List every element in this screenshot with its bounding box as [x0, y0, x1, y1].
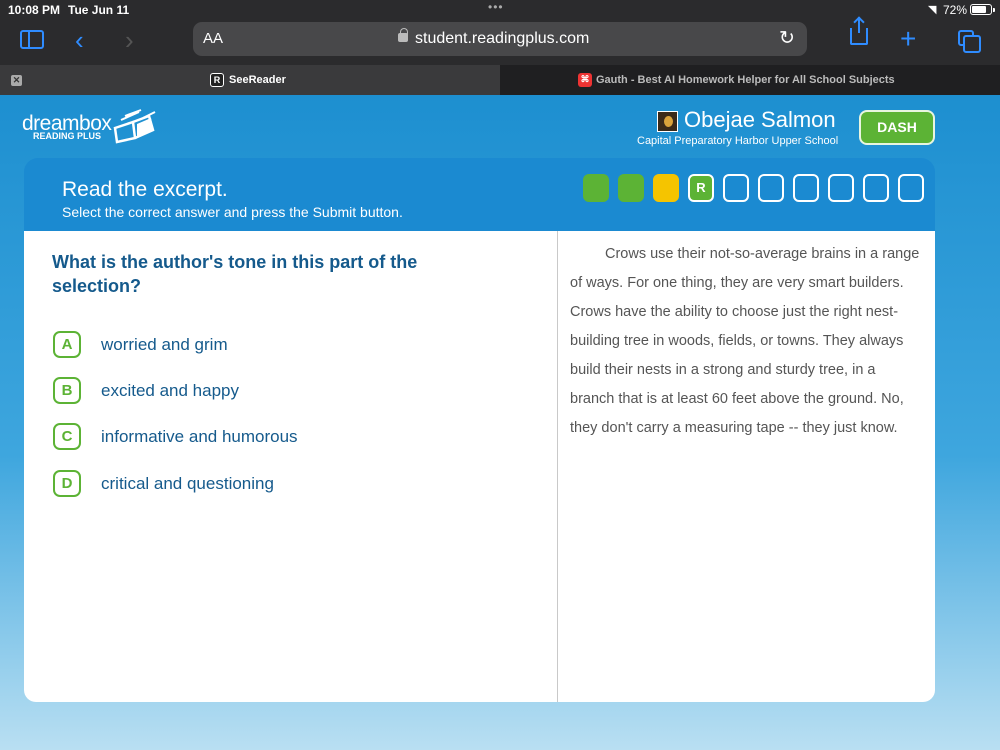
progress-box [898, 174, 924, 202]
answer-letter[interactable]: C [53, 423, 81, 450]
progress-box [618, 174, 644, 202]
open-book-logo-icon [113, 109, 156, 144]
url-text[interactable]: student.readingplus.com [415, 30, 589, 48]
reload-icon[interactable]: ↻ [779, 27, 795, 50]
multitasking-dots-icon[interactable]: ••• [488, 0, 504, 14]
forward-icon[interactable]: › [125, 25, 134, 56]
answer-text[interactable]: informative and humorous [101, 427, 298, 447]
banner-title: Read the excerpt. [62, 178, 228, 201]
progress-box [828, 174, 854, 202]
page-content: dreambox READING PLUS Obejae Salmon Capi… [0, 95, 1000, 750]
tab-title: SeeReader [229, 74, 286, 86]
status-date: Tue Jun 11 [68, 3, 130, 17]
answer-text[interactable]: worried and grim [101, 335, 228, 355]
logo-subtitle: READING PLUS [33, 131, 102, 141]
question-panel: What is the author's tone in this part o… [24, 231, 935, 702]
status-bar: 10:08 PM Tue Jun 11 ••• ◥ 72% [0, 0, 1000, 20]
dash-button[interactable]: DASH [859, 110, 935, 145]
text-size-button[interactable]: AA [203, 30, 223, 47]
answer-text[interactable]: critical and questioning [101, 474, 274, 494]
progress-box [723, 174, 749, 202]
column-divider [557, 231, 558, 702]
progress-box-review: R [688, 174, 714, 202]
tab-bar: ✕ R SeeReader ⌘ Gauth - Best AI Homework… [0, 65, 1000, 95]
answer-letter[interactable]: D [53, 470, 81, 497]
progress-box [583, 174, 609, 202]
instruction-banner: Read the excerpt. Select the correct ans… [24, 158, 935, 231]
tab-title: Gauth - Best AI Homework Helper for All … [596, 74, 895, 86]
address-bar[interactable]: AA student.readingplus.com ↻ [193, 22, 807, 56]
browser-toolbar: ‹ › AA student.readingplus.com ↻ + [0, 18, 1000, 65]
sidebar-toggle-icon[interactable] [20, 30, 44, 49]
progress-tracker: R [583, 174, 924, 202]
answer-letter[interactable]: A [53, 331, 81, 358]
battery-percent: 72% [943, 3, 968, 17]
excerpt-passage: Crows use their not-so-average brains in… [570, 246, 920, 436]
answer-text[interactable]: excited and happy [101, 381, 239, 401]
status-time: 10:08 PM [8, 3, 61, 17]
user-name: Obejae Salmon [684, 107, 836, 132]
progress-box [863, 174, 889, 202]
lock-icon [398, 28, 408, 42]
back-icon[interactable]: ‹ [75, 25, 84, 56]
close-icon[interactable]: ✕ [11, 75, 22, 86]
school-name: Capital Preparatory Harbor Upper School [637, 135, 839, 147]
answer-letter[interactable]: B [53, 377, 81, 404]
tab-gauth[interactable]: ⌘ Gauth - Best AI Homework Helper for Al… [500, 65, 1000, 95]
tab-seereader[interactable]: ✕ R SeeReader [0, 65, 500, 95]
banner-subtitle: Select the correct answer and press the … [62, 204, 403, 220]
new-tab-icon[interactable]: + [900, 23, 916, 55]
seereader-favicon-icon: R [210, 73, 224, 87]
battery-icon [970, 4, 995, 15]
progress-box [758, 174, 784, 202]
gauth-favicon-icon: ⌘ [578, 73, 592, 87]
question-text: What is the author's tone in this part o… [52, 252, 418, 296]
avatar [657, 111, 678, 132]
progress-box [793, 174, 819, 202]
tab-overview-icon[interactable] [958, 30, 981, 53]
share-icon[interactable] [850, 18, 868, 45]
wifi-icon: ◥ [928, 4, 937, 16]
progress-box [653, 174, 679, 202]
